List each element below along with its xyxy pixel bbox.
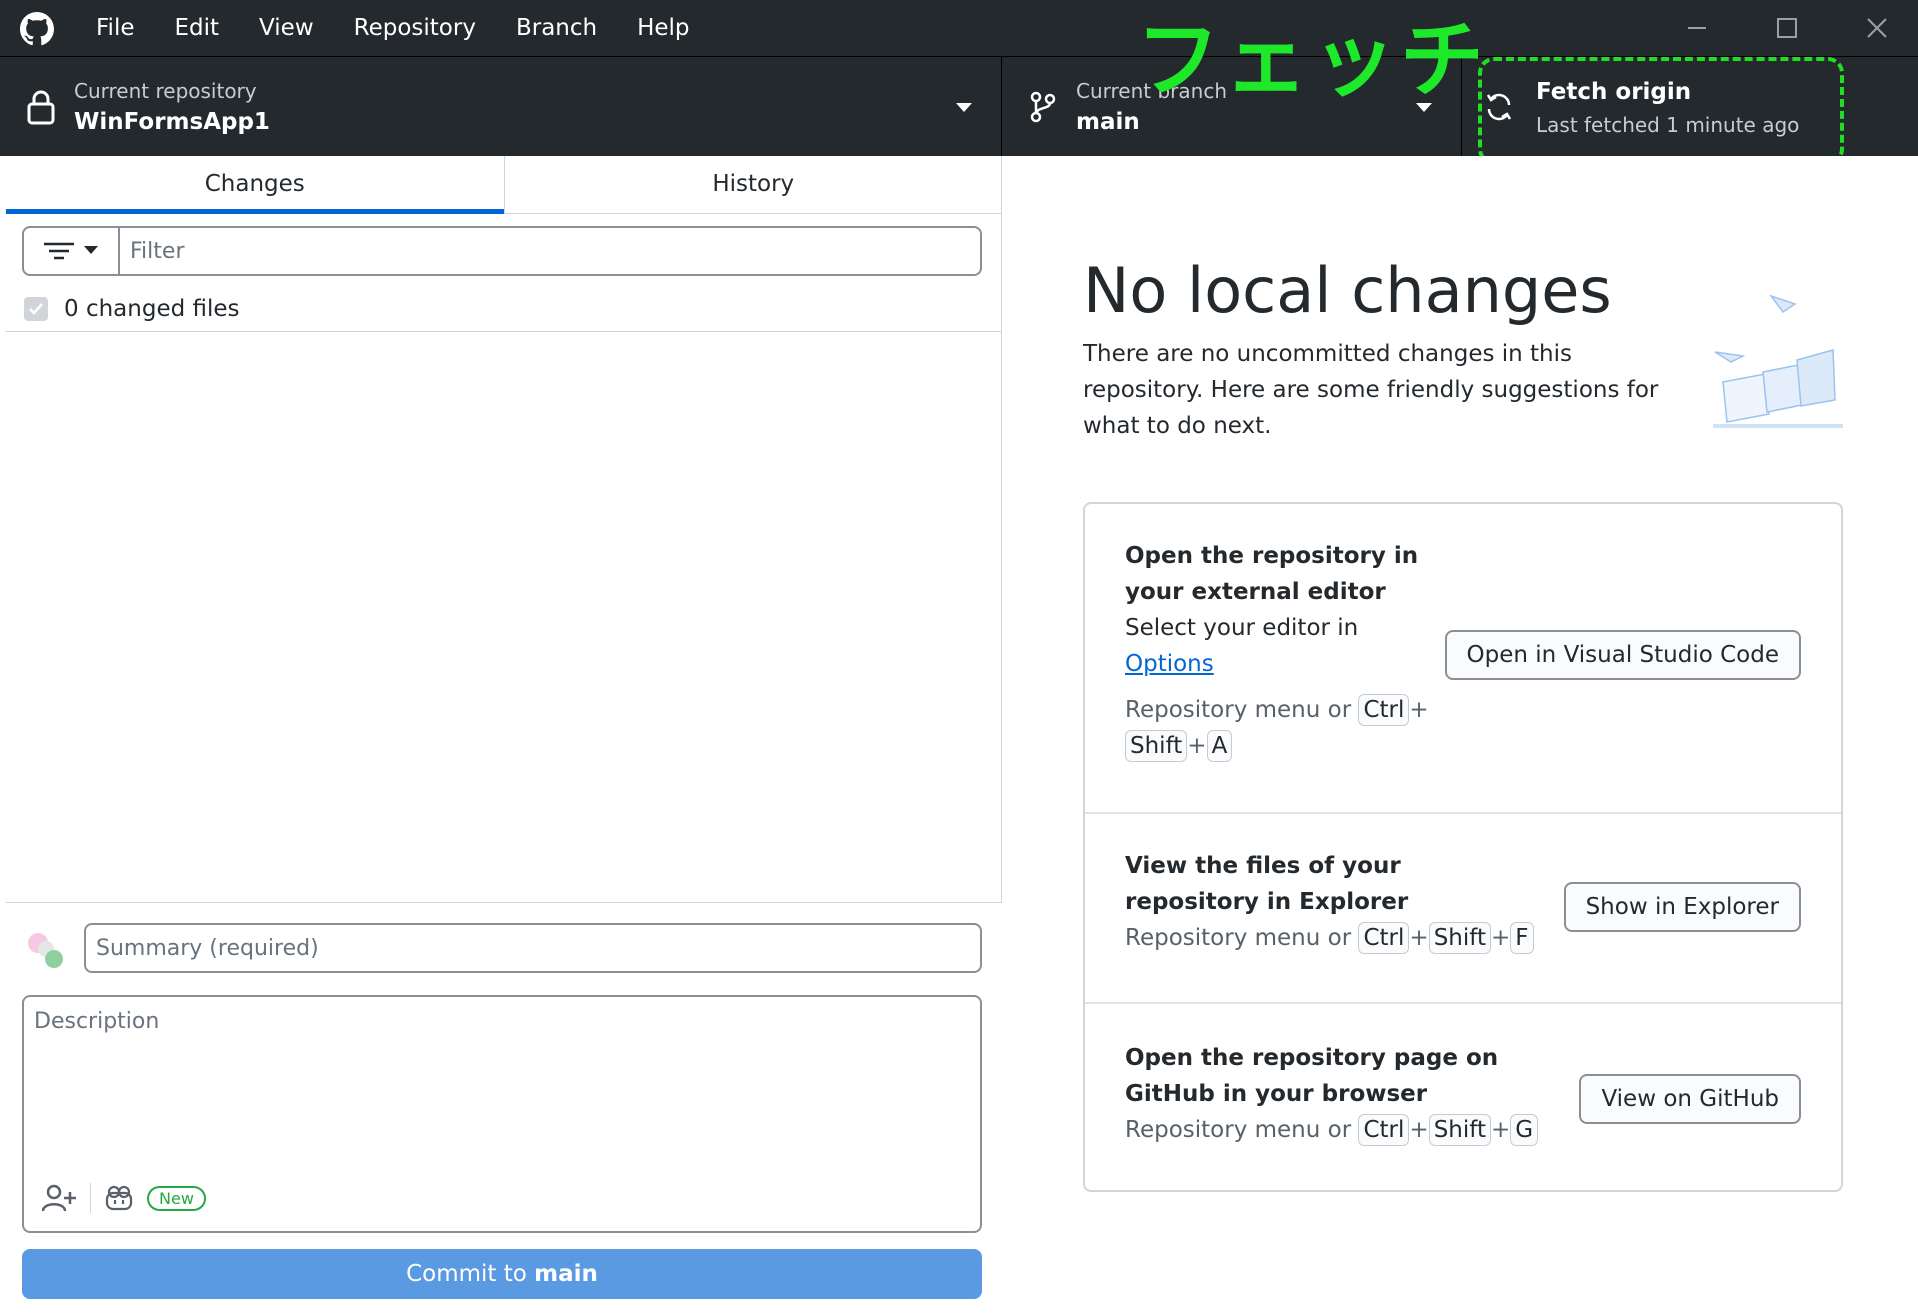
shortcut-key: Ctrl: [1358, 694, 1410, 726]
maximize-icon: [1777, 18, 1797, 38]
commit-button-branch: main: [534, 1261, 598, 1287]
current-branch-value: main: [1076, 109, 1140, 135]
shortcut-key: Ctrl: [1358, 922, 1410, 954]
current-repository-label: Current repository: [74, 79, 257, 103]
tab-changes[interactable]: Changes: [6, 156, 504, 214]
description-toolbar: New: [42, 1183, 206, 1213]
shortcut-key: F: [1510, 922, 1534, 954]
shortcut-key: Shift: [1428, 1114, 1491, 1146]
open-in-editor-button[interactable]: Open in Visual Studio Code: [1444, 630, 1801, 680]
main-content: No local changes There are no uncommitte…: [1003, 156, 1918, 1314]
current-repository-dropdown[interactable]: Current repository WinFormsApp1: [0, 57, 1002, 157]
shortcut-prefix: Repository menu or: [1125, 925, 1352, 951]
add-coauthor-icon[interactable]: [42, 1184, 76, 1212]
commit-summary-input[interactable]: [84, 923, 982, 973]
maximize-button[interactable]: [1742, 0, 1832, 56]
suggestion-title: Open the repository in your external edi…: [1125, 543, 1419, 605]
menu-help[interactable]: Help: [617, 0, 709, 56]
commit-description-input[interactable]: Description New: [22, 995, 982, 1233]
shortcut-hint: Repository menu or Ctrl + Shift + F: [1125, 920, 1534, 956]
intro-text: There are no uncommitted changes in this…: [1083, 341, 1659, 439]
suggestion-title: Open the repository page on GitHub in yo…: [1125, 1045, 1499, 1107]
suggestion-show-explorer: View the files of your repository in Exp…: [1085, 814, 1841, 1004]
options-link[interactable]: Options: [1125, 646, 1214, 682]
shortcut-prefix: Repository menu or: [1125, 697, 1352, 723]
changed-files-count: 0 changed files: [64, 295, 240, 322]
new-badge: New: [147, 1185, 206, 1211]
filter-options-button[interactable]: [24, 228, 120, 274]
filter-bar: [22, 226, 982, 276]
suggestion-open-editor: Open the repository in your external edi…: [1085, 504, 1841, 814]
git-branch-icon: [1030, 91, 1056, 123]
menu-bar: File Edit View Repository Branch Help: [76, 0, 710, 56]
github-logo-icon: [20, 12, 54, 46]
avatar: [28, 933, 63, 968]
shortcut-prefix: Repository menu or: [1125, 1117, 1352, 1143]
current-repository-value: WinFormsApp1: [74, 109, 270, 135]
fetch-highlight-annotation: [1478, 57, 1844, 165]
suggestions-card: Open the repository in your external edi…: [1083, 502, 1843, 1192]
menu-edit[interactable]: Edit: [155, 0, 240, 56]
tab-history[interactable]: History: [503, 156, 1003, 213]
description-placeholder: Description: [34, 1009, 160, 1034]
shortcut-key: G: [1510, 1114, 1539, 1146]
title-bar: File Edit View Repository Branch Help: [0, 0, 1918, 56]
changed-files-header: 0 changed files: [6, 286, 1002, 332]
shortcut-hint: Repository menu or Ctrl + Shift + G: [1125, 1112, 1539, 1148]
annotation-text: フェッチ: [1136, 11, 1489, 109]
shortcut-key: Shift: [1428, 922, 1491, 954]
page-title: No local changes: [1083, 254, 1612, 327]
commit-button[interactable]: Commit to main: [22, 1249, 982, 1299]
menu-branch[interactable]: Branch: [496, 0, 617, 56]
close-icon: [1867, 18, 1887, 38]
suggestion-title: View the files of your repository in Exp…: [1125, 853, 1409, 915]
filter-input[interactable]: [120, 228, 980, 274]
shortcut-key: A: [1206, 730, 1233, 762]
shortcut-key: Shift: [1125, 730, 1188, 762]
show-in-explorer-button[interactable]: Show in Explorer: [1563, 882, 1801, 932]
suggestion-text: Select your editor in: [1125, 615, 1359, 641]
empty-state-illustration: [1713, 294, 1843, 428]
minimize-button[interactable]: [1652, 0, 1742, 56]
menu-view[interactable]: View: [239, 0, 334, 56]
minimize-icon: [1688, 27, 1706, 29]
commit-button-prefix: Commit to: [406, 1261, 535, 1287]
shortcut-hint: Repository menu or Ctrl + Shift + A: [1125, 692, 1445, 764]
commit-panel: Description New Commit to mai: [6, 902, 1002, 1314]
menu-repository[interactable]: Repository: [334, 0, 496, 56]
shortcut-key: Ctrl: [1358, 1114, 1410, 1146]
chevron-down-icon: [956, 103, 972, 112]
filter-icon: [44, 242, 74, 260]
menu-file[interactable]: File: [76, 0, 155, 56]
changes-sidebar: Changes History 0 changed files Descript…: [0, 156, 1002, 1314]
suggestion-view-github: Open the repository page on GitHub in yo…: [1085, 1004, 1841, 1190]
chevron-down-icon: [84, 246, 98, 254]
toolbar-divider: [90, 1183, 91, 1213]
select-all-checkbox[interactable]: [24, 296, 48, 321]
tab-bar: Changes History: [6, 156, 1002, 214]
close-window-button[interactable]: [1832, 0, 1918, 56]
copilot-icon[interactable]: [105, 1185, 133, 1211]
view-on-github-button[interactable]: View on GitHub: [1579, 1074, 1801, 1124]
lock-icon: [27, 90, 55, 125]
checkmark-icon: [29, 302, 43, 315]
